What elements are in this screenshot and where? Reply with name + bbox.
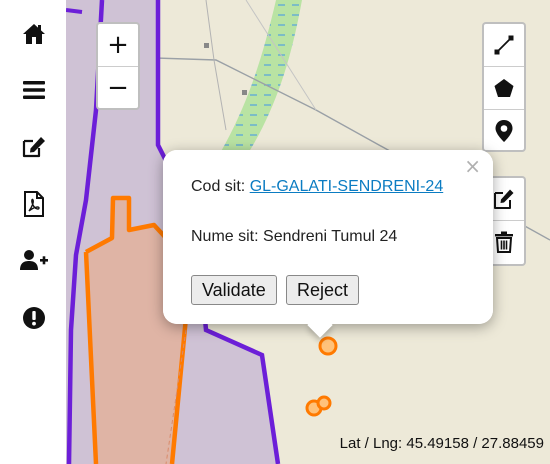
add-user-icon bbox=[20, 250, 48, 270]
zoom-control: + − bbox=[96, 22, 140, 110]
polyline-icon bbox=[494, 35, 514, 55]
home-icon bbox=[23, 24, 45, 44]
cod-sit-link[interactable]: GL-GALATI-SENDRENI-24 bbox=[250, 178, 444, 195]
home-button[interactable] bbox=[14, 14, 54, 54]
alert-icon bbox=[23, 307, 45, 329]
track-line bbox=[205, 0, 227, 131]
pdf-icon bbox=[24, 191, 44, 217]
map-canvas[interactable]: + − × Cod sit: GL-GALATI-SENDRENI-24 Num… bbox=[66, 0, 550, 464]
reject-button[interactable]: Reject bbox=[286, 275, 360, 305]
menu-icon bbox=[23, 81, 45, 99]
cod-sit-row: Cod sit: GL-GALATI-SENDRENI-24 bbox=[191, 178, 443, 196]
validate-button[interactable]: Validate bbox=[191, 275, 277, 305]
draw-polygon-button[interactable] bbox=[484, 66, 524, 109]
marker-icon bbox=[495, 120, 513, 142]
site-marker[interactable] bbox=[318, 336, 338, 356]
draw-toolbar bbox=[482, 22, 526, 152]
draw-polyline-button[interactable] bbox=[484, 24, 524, 66]
sidebar bbox=[0, 0, 67, 464]
add-user-button[interactable] bbox=[14, 240, 54, 280]
coordinates-readout: Lat / Lng: 45.49158 / 27.88459 bbox=[339, 435, 544, 452]
site-popup: × Cod sit: GL-GALATI-SENDRENI-24 Nume si… bbox=[163, 150, 493, 338]
popup-close-button[interactable]: × bbox=[464, 154, 481, 178]
edit-button[interactable] bbox=[14, 127, 54, 167]
edit-layer-icon bbox=[494, 189, 514, 209]
marsh-band bbox=[216, 0, 302, 160]
edit-icon bbox=[22, 137, 45, 158]
nume-sit-row: Nume sit: Sendreni Tumul 24 bbox=[191, 228, 397, 246]
polygon-icon bbox=[494, 79, 514, 97]
nume-sit-value: Sendreni Tumul 24 bbox=[263, 228, 398, 245]
zoom-out-button[interactable]: − bbox=[98, 66, 138, 109]
site-marker[interactable] bbox=[316, 395, 332, 411]
nume-sit-label: Nume sit: bbox=[191, 228, 264, 245]
trash-icon bbox=[495, 231, 513, 253]
zoom-in-button[interactable]: + bbox=[98, 24, 138, 66]
alert-button[interactable] bbox=[14, 298, 54, 338]
pdf-button[interactable] bbox=[14, 184, 54, 224]
cod-sit-label: Cod sit: bbox=[191, 178, 250, 195]
draw-marker-button[interactable] bbox=[484, 109, 524, 152]
menu-button[interactable] bbox=[14, 70, 54, 110]
